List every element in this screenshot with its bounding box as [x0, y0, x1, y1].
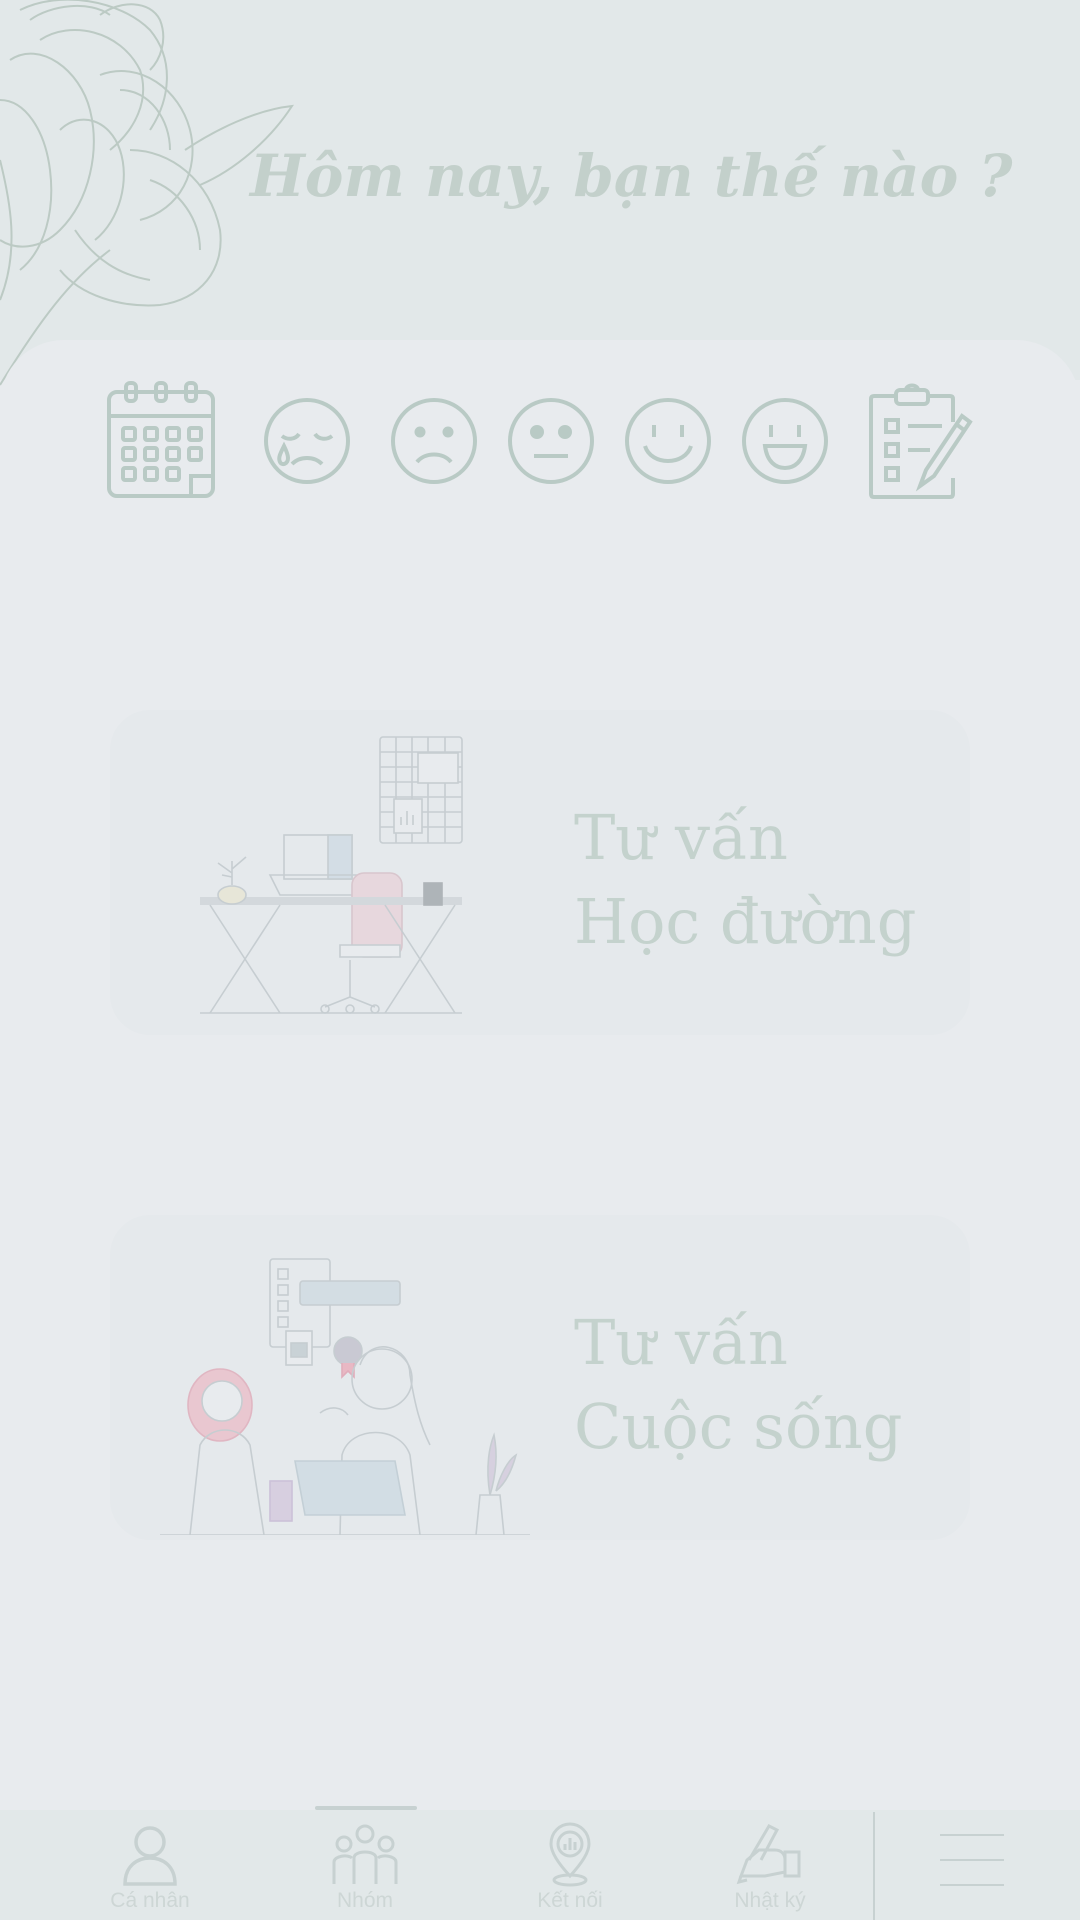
card-title: Tư vấn Cuộc sống: [574, 1306, 903, 1463]
greeting-title: Hôm nay, bạn thế nào ?: [250, 142, 1013, 210]
group-icon: [332, 1824, 398, 1884]
mood-crying-button[interactable]: [262, 396, 352, 486]
counseling-conversation-illustration: [160, 1258, 530, 1535]
checklist-button[interactable]: [868, 382, 974, 500]
nav-label: Cá nhân: [110, 1889, 190, 1912]
desk-study-illustration: [200, 736, 463, 1014]
nav-label: Kết nối: [537, 1889, 603, 1912]
mood-sad-button[interactable]: [389, 396, 479, 486]
menu-button[interactable]: [940, 1830, 1004, 1890]
nav-item-nhom[interactable]: Nhóm: [265, 1810, 465, 1920]
clipboard-checklist-icon: [869, 383, 973, 499]
mood-smile-button[interactable]: [623, 396, 713, 486]
mood-neutral-button[interactable]: [506, 396, 596, 486]
hamburger-line: [940, 1859, 1004, 1861]
nav-item-ca-nhan[interactable]: Cá nhân: [50, 1810, 250, 1920]
calendar-icon: [107, 381, 215, 498]
crying-face-icon: [264, 398, 350, 484]
nav-label: Nhóm: [336, 1889, 394, 1912]
location-pin-icon: [549, 1822, 591, 1887]
nav-item-ket-noi[interactable]: Kết nối: [470, 1810, 670, 1920]
nav-divider: [873, 1812, 875, 1920]
hamburger-menu-icon: [940, 1834, 1004, 1836]
writing-hand-icon: [736, 1824, 801, 1885]
life-counseling-card[interactable]: Tư vấn Cuộc sống: [110, 1215, 970, 1540]
bottom-nav: Cá nhân Nhóm Kết nối Nhật ký: [0, 1810, 1080, 1920]
card-title: Tư vấn Học đường: [574, 801, 917, 958]
main-panel: [0, 340, 1080, 1810]
sad-face-icon: [391, 398, 477, 484]
nav-item-nhat-ky[interactable]: Nhật ký: [670, 1810, 870, 1920]
happy-face-icon: [742, 398, 828, 484]
user-icon: [123, 1826, 177, 1886]
smile-face-icon: [625, 398, 711, 484]
nav-label: Nhật ký: [734, 1889, 806, 1912]
hamburger-line: [940, 1884, 1004, 1886]
mood-happy-button[interactable]: [740, 396, 830, 486]
school-counseling-card[interactable]: Tư vấn Học đường: [110, 710, 970, 1035]
neutral-face-icon: [508, 398, 594, 484]
calendar-button[interactable]: [106, 380, 216, 500]
